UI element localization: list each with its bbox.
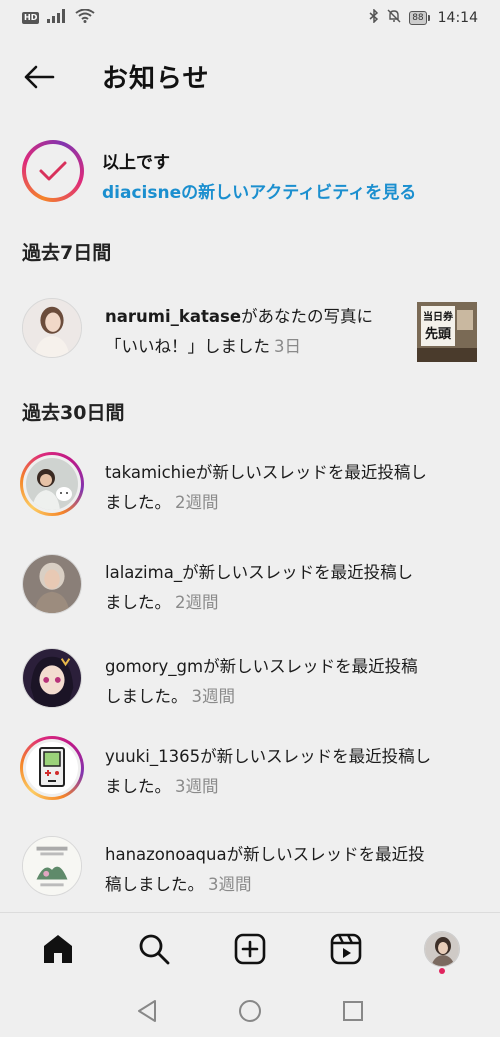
thumb-text-top: 当日券	[423, 310, 454, 323]
android-back-button[interactable]	[132, 996, 162, 1026]
wifi-icon	[75, 8, 95, 27]
notification-username[interactable]: lalazima_	[105, 563, 182, 582]
bottom-nav	[0, 912, 500, 984]
post-thumbnail[interactable]: 当日券 先頭	[417, 302, 477, 362]
notification-item[interactable]: hanazonoaquaが新しいスレッドを最近投 稿しました。 3週間	[0, 834, 500, 914]
notification-dot	[439, 967, 445, 974]
notification-username[interactable]: narumi_katase	[105, 307, 241, 326]
arrow-left-icon	[24, 65, 55, 89]
nav-profile[interactable]	[417, 924, 467, 974]
status-left: HD	[22, 8, 95, 27]
caught-up-banner: 以上です diacisneの新しいアクティビティを見る	[22, 140, 482, 206]
notification-item[interactable]: lalazima_が新しいスレッドを最近投稿し ました。 2週間	[0, 552, 500, 632]
notification-time: 3日	[274, 337, 301, 356]
status-right: 88 14:14	[369, 8, 478, 27]
notification-body-2: ました。	[105, 493, 171, 512]
link-username: diacisne	[102, 183, 182, 203]
notification-time: 3週間	[191, 687, 236, 706]
page-title: お知らせ	[102, 64, 210, 94]
back-button[interactable]	[22, 60, 56, 94]
status-bar: HD 88 14:14	[0, 0, 500, 36]
signal-icon	[47, 9, 67, 27]
notification-text: takamichieが新しいスレッドを最近投稿し ました。 2週間	[105, 458, 480, 518]
avatar[interactable]	[20, 834, 84, 898]
nav-create[interactable]	[225, 924, 275, 974]
back-triangle-icon	[137, 999, 156, 1022]
notification-body-2: 「いいね！」しました	[105, 337, 270, 356]
notification-time: 3週間	[175, 777, 219, 796]
notification-time: 2週間	[175, 593, 219, 612]
android-nav-bar	[0, 984, 500, 1037]
notification-text: narumi_kataseがあなたの写真に 「いいね！」しました 3日	[105, 302, 405, 362]
notification-body-2: しました。	[105, 687, 188, 706]
notification-text: yuuki_1365が新しいスレッドを最近投稿し ました。 3週間	[105, 742, 480, 802]
android-home-button[interactable]	[235, 996, 265, 1026]
home-circle-icon	[238, 999, 261, 1022]
notification-username[interactable]: yuuki_1365	[105, 747, 200, 766]
header: お知らせ	[0, 46, 500, 106]
battery-icon: 88	[409, 11, 430, 25]
notification-item[interactable]: yuuki_1365が新しいスレッドを最近投稿し ました。 3週間	[0, 736, 500, 816]
notification-item[interactable]: gomory_gmが新しいスレッドを最近投稿 しました。 3週間	[0, 646, 500, 726]
notification-time: 3週間	[208, 875, 252, 894]
avatar-story-ring[interactable]	[20, 736, 84, 800]
notification-body: が新しいスレッドを最近投	[226, 845, 425, 864]
notification-item[interactable]: narumi_kataseがあなたの写真に 「いいね！」しました 3日 当日券 先…	[0, 296, 500, 376]
bluetooth-icon	[369, 8, 379, 27]
caught-up-ring	[22, 140, 84, 202]
notification-item[interactable]: takamichieが新しいスレッドを最近投稿し ました。 2週間	[0, 452, 500, 532]
home-icon	[44, 934, 72, 963]
checkmark-icon	[39, 161, 67, 181]
notification-body-2: 稿しました。	[105, 875, 204, 894]
thumb-text-bottom: 先頭	[425, 326, 452, 342]
nav-reels[interactable]	[321, 924, 371, 974]
notification-body: が新しいスレッドを最近投稿し	[200, 747, 432, 766]
notification-username[interactable]: gomory_gm	[105, 657, 203, 676]
recents-square-icon	[343, 1000, 364, 1021]
notification-body-2: ました。	[105, 593, 171, 612]
see-new-activity-link[interactable]: diacisneの新しいアクティビティを見る	[102, 178, 416, 203]
section-header-month: 過去30日間	[22, 402, 125, 424]
notification-username[interactable]: hanazonoaqua	[105, 845, 227, 864]
link-suffix: の新しいアクティビティを見る	[181, 183, 417, 203]
mute-bell-icon	[387, 9, 401, 27]
notification-body: が新しいスレッドを最近投稿	[203, 657, 418, 676]
notification-text: gomory_gmが新しいスレッドを最近投稿 しました。 3週間	[105, 652, 480, 712]
hd-badge: HD	[22, 12, 40, 24]
notification-time: 2週間	[175, 493, 219, 512]
notification-body-2: ました。	[105, 777, 171, 796]
battery-level: 88	[409, 11, 427, 25]
section-header-week: 過去7日間	[22, 242, 112, 264]
avatar[interactable]	[20, 646, 84, 710]
notification-text: lalazima_が新しいスレッドを最近投稿し ました。 2週間	[105, 558, 480, 618]
create-icon	[234, 933, 266, 964]
status-time: 14:14	[437, 10, 478, 26]
search-icon	[139, 934, 170, 964]
notification-body: が新しいスレッドを最近投稿し	[195, 463, 427, 482]
notification-body: が新しいスレッドを最近投稿し	[182, 563, 414, 582]
android-recents-button[interactable]	[338, 996, 368, 1026]
profile-avatar	[424, 930, 460, 967]
notification-body: があなたの写真に	[241, 307, 374, 326]
avatar[interactable]	[20, 552, 84, 616]
notification-username[interactable]: takamichie	[105, 463, 196, 482]
avatar[interactable]	[20, 296, 84, 360]
caught-up-title: 以上です	[102, 153, 170, 173]
avatar-story-ring[interactable]	[20, 452, 84, 516]
reels-icon	[330, 933, 362, 964]
notification-text: hanazonoaquaが新しいスレッドを最近投 稿しました。 3週間	[105, 840, 480, 900]
nav-home[interactable]	[33, 924, 83, 974]
nav-search[interactable]	[129, 924, 179, 974]
